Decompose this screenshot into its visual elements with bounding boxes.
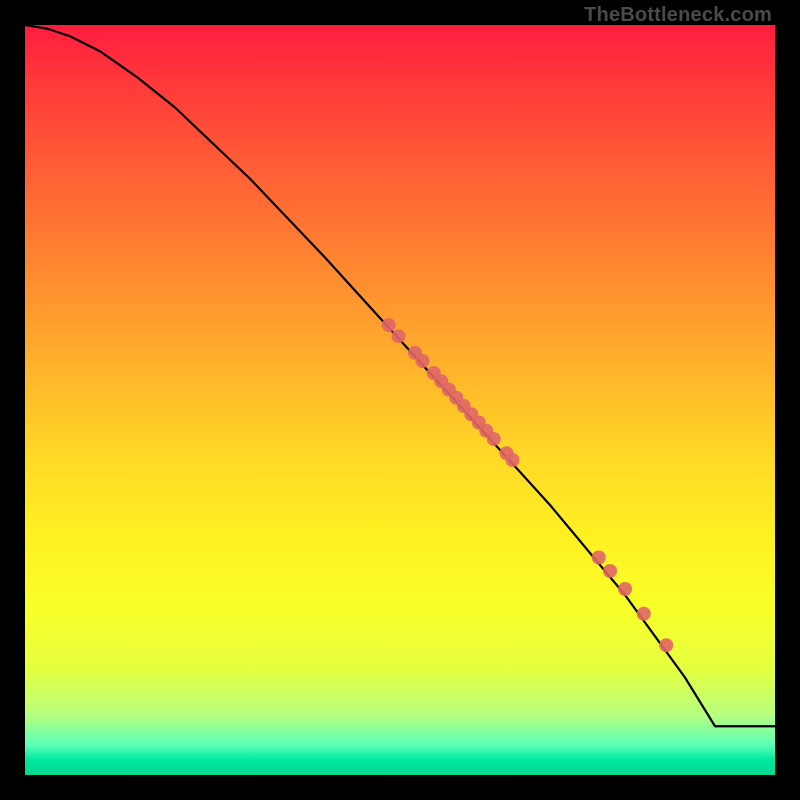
curve-line (25, 25, 775, 726)
chart-frame: TheBottleneck.com (0, 0, 800, 800)
marker-dot (382, 318, 396, 332)
chart-svg (25, 25, 775, 775)
line-series (25, 25, 775, 726)
marker-dot (416, 354, 430, 368)
marker-dot (637, 607, 651, 621)
marker-dot (603, 564, 617, 578)
watermark-text: TheBottleneck.com (584, 4, 772, 27)
marker-dot (392, 329, 406, 343)
marker-dot (592, 551, 606, 565)
marker-dot (618, 582, 632, 596)
marker-dot (487, 432, 501, 446)
marker-dot (506, 453, 520, 467)
marker-dot (659, 638, 673, 652)
